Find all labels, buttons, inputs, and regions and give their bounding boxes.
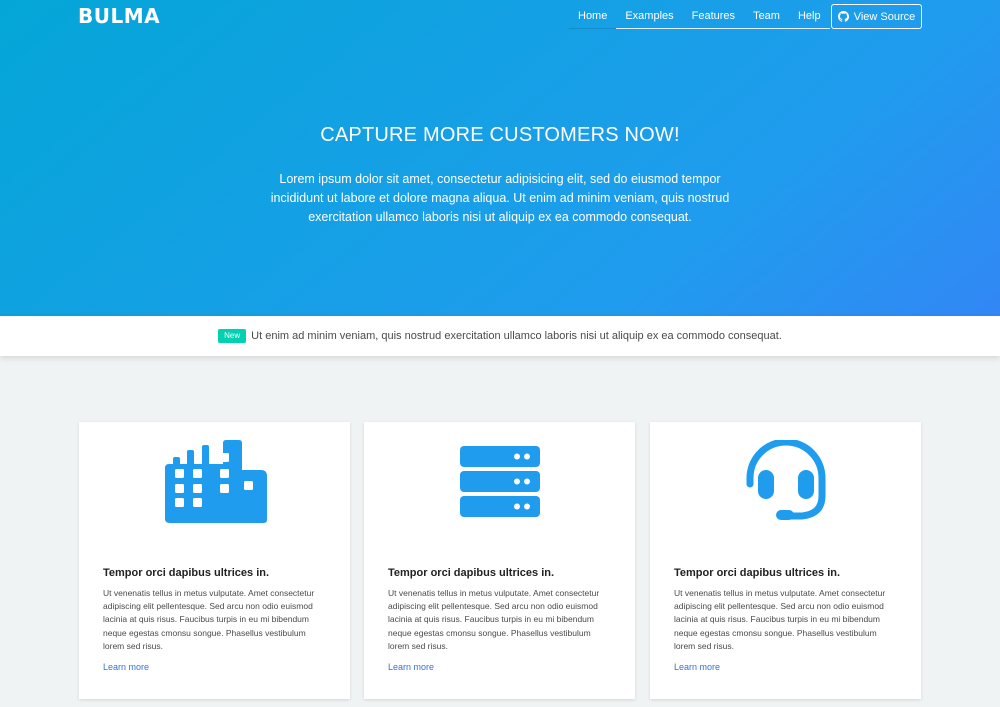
card-title: Tempor orci dapibus ultrices in. — [103, 567, 270, 579]
github-icon — [837, 11, 849, 22]
hero-title: CAPTURE MORE CUSTOMERS NOW! — [320, 124, 680, 146]
building-icon — [79, 440, 350, 524]
card-title: Tempor orci dapibus ultrices in. — [388, 567, 555, 579]
server-icon — [364, 440, 635, 524]
feature-card: Tempor orci dapibus ultrices in. Ut vene… — [364, 422, 635, 699]
announcement-text: Ut enim ad minim veniam, quis nostrud ex… — [251, 330, 782, 342]
card-title: Tempor orci dapibus ultrices in. — [674, 567, 841, 579]
view-source-label: View Source — [853, 10, 916, 23]
announcement-bar: New Ut enim ad minim veniam, quis nostru… — [0, 316, 1000, 356]
nav-item-features[interactable]: Features — [682, 3, 745, 29]
nav-item-help[interactable]: Help — [788, 3, 830, 29]
feature-card: Tempor orci dapibus ultrices in. Ut vene… — [650, 422, 921, 699]
learn-more-link[interactable]: Learn more — [388, 662, 434, 672]
brand-logo[interactable]: BULMA — [78, 4, 160, 28]
learn-more-link[interactable]: Learn more — [103, 662, 149, 672]
view-source-button[interactable]: View Source — [831, 4, 922, 29]
nav-item-examples[interactable]: Examples — [616, 3, 683, 29]
feature-card: Tempor orci dapibus ultrices in. Ut vene… — [79, 422, 350, 699]
hero-section: BULMA Home Examples Features Team Help V… — [0, 0, 1000, 316]
navbar: BULMA Home Examples Features Team Help V… — [0, 0, 1000, 32]
card-text: Ut venenatis tellus in metus vulputate. … — [674, 588, 886, 651]
nav-menu: Home Examples Features Team Help — [569, 3, 830, 29]
new-badge: New — [218, 329, 247, 343]
hero-subtitle: Lorem ipsum dolor sit amet, consectetur … — [270, 172, 730, 224]
nav-item-team[interactable]: Team — [744, 3, 789, 29]
card-text: Ut venenatis tellus in metus vulputate. … — [388, 588, 600, 651]
headset-icon — [650, 440, 921, 524]
nav-item-home[interactable]: Home — [569, 3, 617, 29]
learn-more-link[interactable]: Learn more — [674, 662, 720, 672]
card-text: Ut venenatis tellus in metus vulputate. … — [103, 588, 315, 651]
